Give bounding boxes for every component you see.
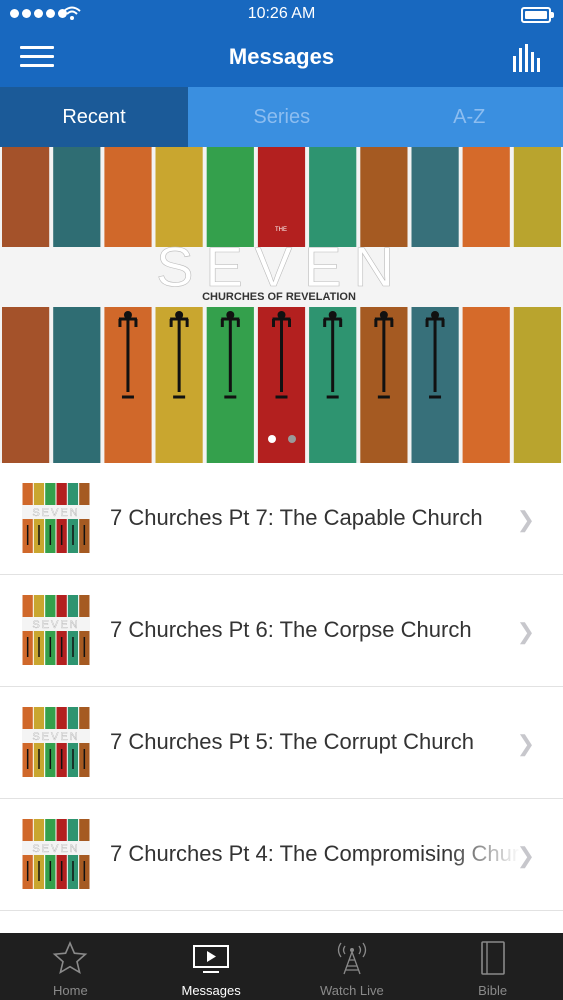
segment-tabs: Recent Series A-Z bbox=[0, 87, 563, 147]
message-title: 7 Churches Pt 6: The Corpse Church bbox=[110, 617, 472, 642]
tv-icon bbox=[193, 945, 230, 973]
chevron-right-icon: ❯ bbox=[516, 843, 535, 868]
message-title: 7 Churches Pt 5: The Corrupt Church bbox=[110, 729, 474, 754]
list-item[interactable]: SEVEN 7 Churches Pt 4: The Compromising … bbox=[0, 799, 563, 911]
message-thumbnail: SEVEN bbox=[22, 819, 90, 889]
broadcast-tower-icon bbox=[337, 942, 367, 975]
page-dot[interactable] bbox=[287, 435, 296, 443]
tab-series[interactable]: Series bbox=[188, 87, 376, 147]
lamp-head bbox=[226, 311, 235, 319]
chevron-right-icon: ❯ bbox=[516, 619, 535, 644]
bottom-tab-bar: Home Messages Watch Live Bible bbox=[0, 933, 563, 1000]
message-list: SEVEN 7 Churches Pt 7: The Capable Churc… bbox=[0, 463, 563, 911]
tab-a-z[interactable]: A-Z bbox=[376, 87, 563, 147]
featured-series-banner[interactable]: THE SEVEN CHURCHES OF REVELATION bbox=[0, 147, 563, 463]
message-title: 7 Churches Pt 4: The Compromising Church bbox=[110, 841, 520, 866]
tab-messages[interactable]: Messages bbox=[141, 933, 282, 1000]
tab-recent[interactable]: Recent bbox=[0, 87, 188, 147]
series-thumbnail-art: SEVEN bbox=[22, 595, 90, 665]
chevron-right-icon: ❯ bbox=[516, 731, 535, 756]
battery-icon bbox=[521, 7, 554, 23]
lamp-head bbox=[379, 311, 388, 319]
tab-label: Bible bbox=[478, 983, 508, 998]
list-item[interactable]: SEVEN 7 Churches Pt 6: The Corpse Church… bbox=[0, 575, 563, 687]
banner-small-text: THE bbox=[275, 227, 287, 233]
lamp-head bbox=[277, 311, 286, 319]
lamp-head bbox=[431, 311, 440, 319]
tab-home[interactable]: Home bbox=[0, 933, 141, 1000]
header: Messages bbox=[0, 30, 563, 87]
status-time: 10:26 AM bbox=[247, 5, 316, 22]
tab-label: Home bbox=[53, 983, 88, 998]
tab-label: Watch Live bbox=[319, 983, 384, 998]
banner-subtitle: CHURCHES OF REVELATION bbox=[202, 291, 356, 303]
page-indicator[interactable] bbox=[0, 435, 563, 443]
chevron-right-icon: ❯ bbox=[516, 507, 535, 532]
list-item[interactable]: SEVEN 7 Churches Pt 7: The Capable Churc… bbox=[0, 463, 563, 575]
svg-text:SEVEN: SEVEN bbox=[32, 731, 79, 743]
series-thumbnail-art: SEVEN bbox=[22, 707, 90, 777]
message-thumbnail: SEVEN bbox=[22, 707, 90, 777]
message-title: 7 Churches Pt 7: The Capable Church bbox=[110, 505, 483, 530]
svg-text:SEVEN: SEVEN bbox=[32, 507, 79, 519]
lamp-head bbox=[328, 311, 337, 319]
tab-bible[interactable]: Bible bbox=[422, 933, 563, 1000]
bar-chart-icon[interactable] bbox=[513, 44, 541, 72]
book-icon bbox=[480, 941, 505, 975]
series-thumbnail-art: SEVEN bbox=[22, 819, 90, 889]
svg-text:SEVEN: SEVEN bbox=[32, 843, 79, 855]
message-thumbnail: SEVEN bbox=[22, 483, 90, 553]
list-item[interactable]: SEVEN 7 Churches Pt 5: The Corrupt Churc… bbox=[0, 687, 563, 799]
tab-label: Messages bbox=[181, 983, 241, 998]
series-thumbnail-art: SEVEN bbox=[22, 483, 90, 553]
series-artwork: THE SEVEN CHURCHES OF REVELATION bbox=[0, 147, 563, 463]
banner-title: SEVEN bbox=[156, 235, 406, 298]
status-bar: 10:26 AM bbox=[0, 0, 563, 30]
page-dot[interactable] bbox=[267, 435, 276, 443]
message-thumbnail: SEVEN bbox=[22, 595, 90, 665]
tab-watch-live[interactable]: Watch Live bbox=[282, 933, 423, 1000]
lamp-head bbox=[175, 311, 184, 319]
lamp-head bbox=[123, 311, 132, 319]
svg-text:SEVEN: SEVEN bbox=[32, 619, 79, 631]
star-icon bbox=[53, 940, 88, 975]
page-title: Messages bbox=[228, 44, 335, 69]
